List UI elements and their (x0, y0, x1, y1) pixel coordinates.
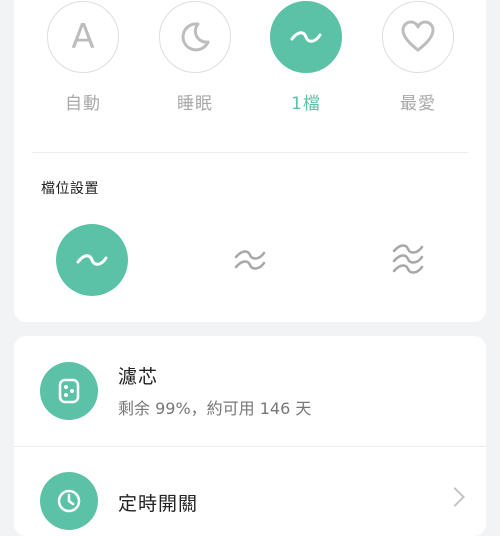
mode-auto-button[interactable]: A (47, 1, 119, 73)
wave-1-icon (76, 254, 108, 266)
clock-icon (40, 472, 98, 530)
mode-favorite-button[interactable] (382, 1, 454, 73)
timer-title: 定時開關 (118, 493, 199, 515)
filter-title: 濾芯 (118, 366, 159, 388)
fan-level-2-button[interactable] (214, 224, 286, 296)
filter-status: 剩余 99%，約可用 146 天 (118, 399, 312, 418)
filter-icon (40, 362, 98, 420)
wave-3-icon (392, 244, 424, 274)
mode-level-1-button[interactable] (270, 1, 342, 73)
mode-level-1-label: 1檔 (291, 94, 321, 114)
fan-level-3-button[interactable] (372, 224, 444, 296)
heart-icon (401, 20, 435, 52)
fan-level-1-button[interactable] (56, 224, 128, 296)
wave-icon (290, 31, 322, 43)
mode-auto-label: 自動 (65, 94, 101, 114)
auto-letter-icon: A (71, 17, 95, 57)
mode-sleep-button[interactable] (159, 1, 231, 73)
wave-2-icon (234, 250, 266, 270)
mode-sleep-label: 睡眠 (177, 94, 213, 114)
moon-icon (181, 22, 210, 52)
section-divider (32, 152, 468, 153)
fan-level-title: 檔位設置 (41, 181, 99, 197)
mode-favorite-label: 最愛 (400, 94, 436, 114)
